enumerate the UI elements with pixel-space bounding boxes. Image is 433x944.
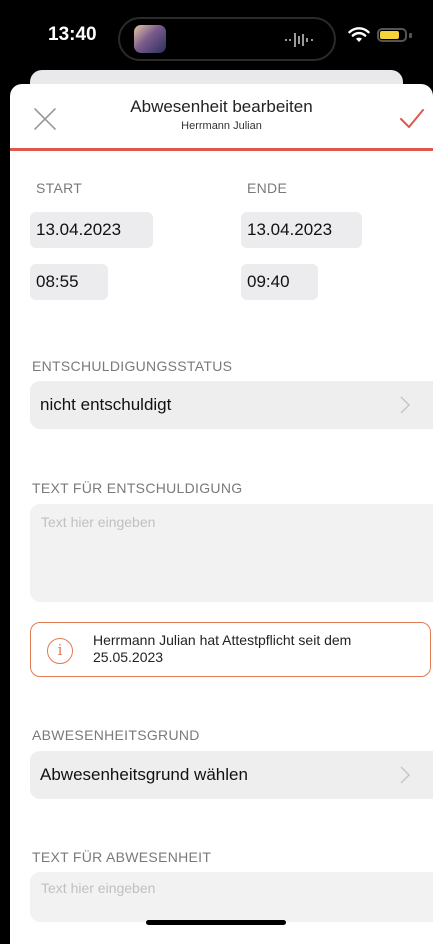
info-icon: i [47,638,73,664]
battery-icon [377,28,407,42]
excuse-text-label: TEXT FÜR ENTSCHULDIGUNG [32,480,243,496]
page-title: Abwesenheit bearbeiten [130,97,313,116]
start-label: START [36,180,83,196]
page-subtitle: Herrmann Julian [181,120,262,132]
attest-info-text: Herrmann Julian hat Attestpflicht seit d… [93,632,352,665]
absence-text-input[interactable] [30,872,433,922]
navigation-bar: Abwesenheit bearbeiten Herrmann Julian [10,84,433,148]
status-bar: 13:40 [0,0,433,80]
excuse-status-value: nicht entschuldigt [40,395,172,414]
excuse-status-select[interactable]: nicht entschuldigt [30,381,433,429]
battery-cap [409,33,412,38]
end-label: ENDE [247,180,288,196]
app-artwork-icon [134,25,166,53]
chevron-right-icon [400,766,410,784]
save-check-icon[interactable] [398,106,426,132]
audio-wave-icon [285,33,313,47]
absence-text-label: TEXT FÜR ABWESENHEIT [32,849,212,865]
header-accent-line [10,148,433,151]
absence-reason-label: ABWESENHEITSGRUND [32,727,200,743]
home-indicator[interactable] [146,920,286,925]
end-time-field[interactable]: 09:40 [241,264,318,300]
excuse-text-input[interactable] [30,504,433,602]
absence-reason-select[interactable]: Abwesenheitsgrund wählen [30,751,433,799]
excuse-status-label: ENTSCHULDIGUNGSSTATUS [32,358,233,374]
attest-info-box: i Herrmann Julian hat Attestpflicht seit… [30,622,431,677]
end-date-field[interactable]: 13.04.2023 [241,212,362,248]
dynamic-island[interactable] [118,17,336,61]
chevron-right-icon [400,396,410,414]
absence-reason-value: Abwesenheitsgrund wählen [40,765,248,784]
edit-absence-sheet: Abwesenheit bearbeiten Herrmann Julian S… [10,84,433,944]
wifi-icon [348,27,370,42]
status-time: 13:40 [48,24,97,45]
start-date-field[interactable]: 13.04.2023 [30,212,153,248]
start-time-field[interactable]: 08:55 [30,264,108,300]
